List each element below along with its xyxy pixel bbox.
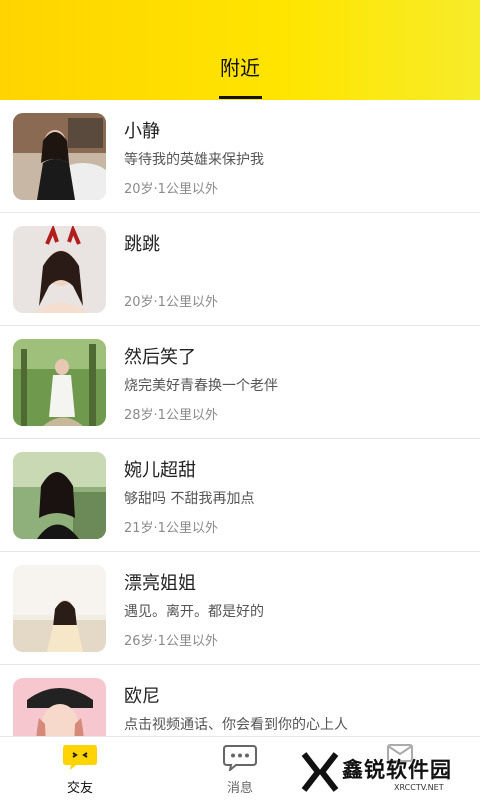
user-row[interactable]: 然后笑了 烧完美好青春换一个老伴 28岁·1公里以外	[0, 326, 480, 439]
tab-active-indicator	[219, 96, 262, 99]
user-avatar[interactable]	[13, 226, 106, 313]
chat-bubble-yellow-icon	[63, 745, 97, 770]
user-meta: 20岁·1公里以外	[124, 182, 218, 197]
user-bio: 够甜吗 不甜我再加点	[124, 491, 255, 507]
watermark-logo: 鑫锐软件园 XRCCTV.NET	[300, 748, 470, 796]
top-header: 附近	[0, 0, 480, 100]
user-row[interactable]: 小静 等待我的英雄来保护我 20岁·1公里以外	[0, 100, 480, 213]
user-row[interactable]: 跳跳 20岁·1公里以外	[0, 213, 480, 326]
watermark-text: 鑫锐软件园	[342, 758, 452, 782]
user-row[interactable]: 婉儿超甜 够甜吗 不甜我再加点 21岁·1公里以外	[0, 439, 480, 552]
user-avatar[interactable]	[13, 339, 106, 426]
user-bio: 遇见。离开。都是好的	[124, 604, 264, 620]
user-bio: 等待我的英雄来保护我	[124, 152, 264, 168]
user-meta: 26岁·1公里以外	[124, 634, 218, 649]
tab-friends-label: 交友	[66, 781, 93, 796]
user-row[interactable]: 漂亮姐姐 遇见。离开。都是好的 26岁·1公里以外	[0, 552, 480, 665]
tab-messages-label: 消息	[226, 781, 253, 796]
x-logo-icon	[301, 752, 339, 792]
tab-messages[interactable]: 消息	[200, 743, 280, 796]
user-avatar[interactable]	[13, 565, 106, 652]
watermark-subtext: XRCCTV.NET	[394, 783, 444, 792]
user-meta: 21岁·1公里以外	[124, 521, 218, 536]
nearby-user-list: 小静 等待我的英雄来保护我 20岁·1公里以外 跳跳 20岁·1公里以外 然后笑…	[0, 100, 480, 778]
user-name: 跳跳	[124, 234, 160, 255]
user-meta: 20岁·1公里以外	[124, 295, 218, 310]
user-bio: 烧完美好青春换一个老伴	[124, 378, 278, 394]
user-name: 欧尼	[124, 686, 160, 707]
user-bio: 点击视频通话、你会看到你的心上人	[124, 717, 348, 733]
user-meta: 28岁·1公里以外	[124, 408, 218, 423]
user-avatar[interactable]	[13, 452, 106, 539]
user-name: 漂亮姐姐	[124, 573, 196, 594]
user-avatar[interactable]	[13, 113, 106, 200]
tab-friends[interactable]: 交友	[40, 743, 120, 796]
user-name: 然后笑了	[124, 347, 196, 368]
tab-nearby[interactable]: 附近	[0, 52, 480, 81]
user-name: 小静	[124, 121, 160, 142]
message-icon	[223, 745, 257, 773]
user-name: 婉儿超甜	[124, 460, 196, 481]
